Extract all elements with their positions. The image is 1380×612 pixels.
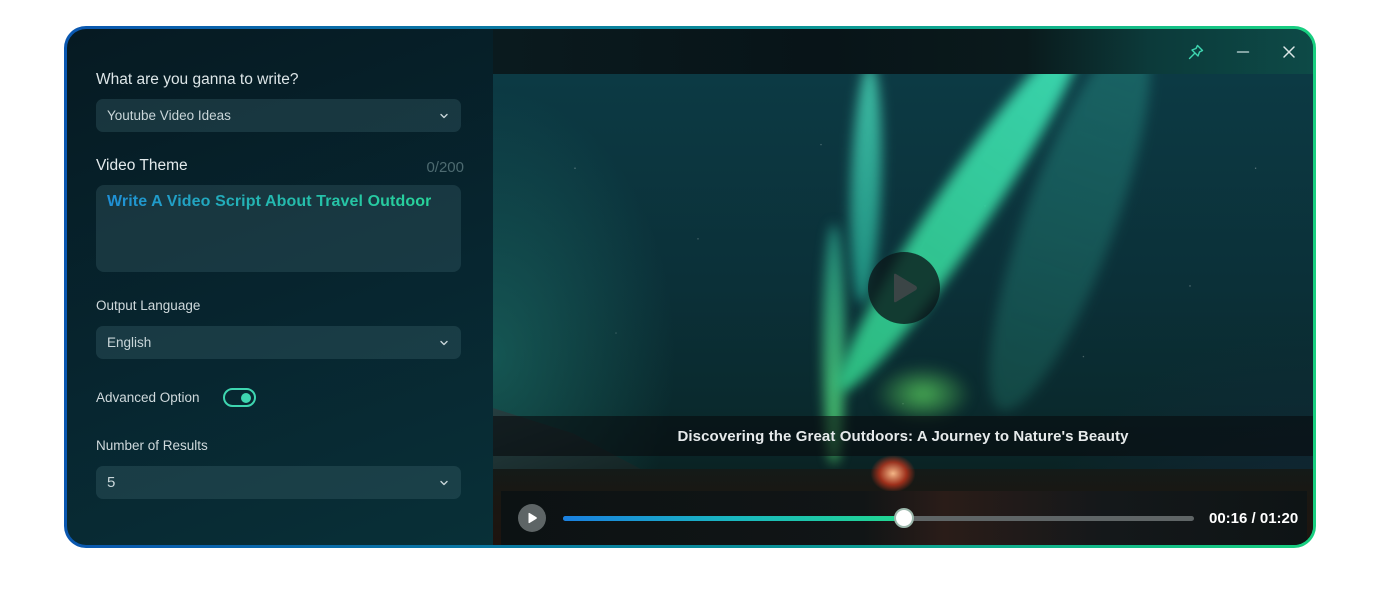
play-icon [528, 512, 537, 524]
player-controls: 00:16 / 01:20 [501, 491, 1307, 545]
close-icon [1283, 46, 1295, 58]
minimize-icon [1236, 51, 1250, 53]
form-panel: What are you ganna to write? Youtube Vid… [67, 29, 493, 545]
content-type-select[interactable]: Youtube Video Ideas [96, 99, 461, 132]
number-of-results-value: 5 [107, 474, 116, 491]
video-player[interactable]: Discovering the Great Outdoors: A Journe… [493, 74, 1313, 545]
output-language-value: English [107, 335, 152, 350]
advanced-option-label: Advanced Option [96, 390, 200, 405]
titlebar [493, 29, 1313, 74]
progress-thumb[interactable] [893, 508, 914, 528]
toggle-knob [240, 392, 251, 403]
progress-fill [563, 515, 904, 521]
video-caption: Discovering the Great Outdoors: A Journe… [493, 416, 1313, 456]
pin-icon [1188, 44, 1204, 60]
video-theme-label: Video Theme [96, 157, 188, 174]
minimize-button[interactable] [1232, 41, 1254, 63]
advanced-option-toggle[interactable] [222, 388, 256, 407]
chevron-down-icon [440, 480, 448, 485]
chevron-down-icon [440, 113, 448, 118]
character-counter: 0/200 [426, 159, 464, 176]
pin-button[interactable] [1185, 41, 1207, 63]
output-language-select[interactable]: English [96, 326, 461, 359]
close-button[interactable] [1278, 41, 1300, 63]
play-button[interactable] [518, 504, 546, 532]
video-area: Discovering the Great Outdoors: A Journe… [493, 29, 1313, 545]
app-window: What are you ganna to write? Youtube Vid… [67, 29, 1313, 545]
aurora-band [873, 364, 973, 424]
video-theme-text: Write A Video Script About Travel Outdoo… [107, 193, 432, 210]
number-of-results-select[interactable]: 5 [96, 466, 461, 499]
chevron-down-icon [440, 340, 448, 345]
play-icon [894, 273, 917, 303]
time-display: 00:16 / 01:20 [1209, 509, 1299, 527]
content-type-label: What are you ganna to write? [96, 71, 299, 88]
number-of-results-label: Number of Results [96, 438, 208, 453]
output-language-label: Output Language [96, 298, 201, 313]
caption-text: Discovering the Great Outdoors: A Journe… [677, 427, 1129, 445]
center-play-button[interactable] [868, 252, 940, 324]
advanced-option-row: Advanced Option [96, 388, 256, 407]
video-theme-input[interactable]: Write A Video Script About Travel Outdoo… [96, 185, 461, 272]
progress-track[interactable] [563, 508, 1194, 528]
app-window-border: What are you ganna to write? Youtube Vid… [64, 26, 1316, 548]
content-type-value: Youtube Video Ideas [107, 108, 231, 123]
